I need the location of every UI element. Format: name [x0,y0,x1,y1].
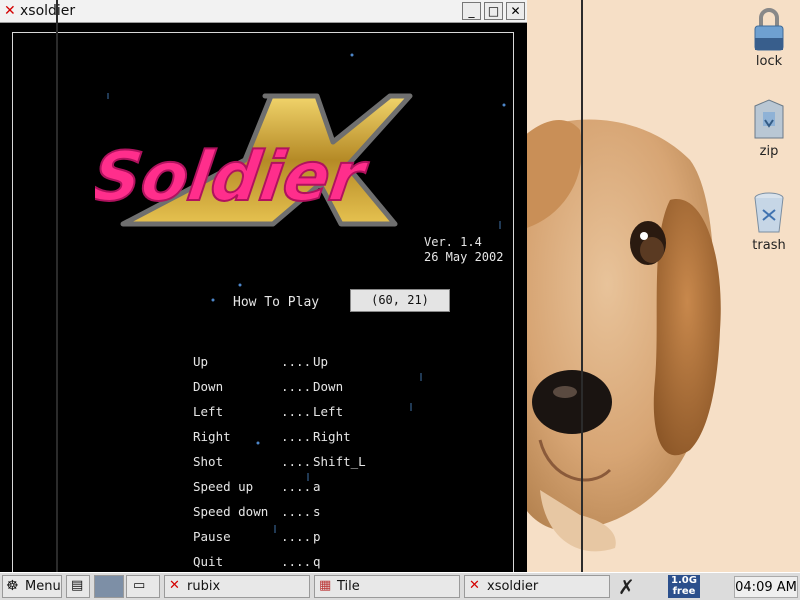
task-xsoldier[interactable]: ✕ xsoldier [464,575,610,598]
control-row: Quit.... q [193,554,321,569]
x-app-icon: ✕ [169,578,180,593]
xsoldier-window: ✕ xsoldier _ □ ✕ X Soldier Ver. 1.4 26 M… [0,0,527,572]
desktop-icon: ▤ [71,578,84,593]
maximize-button[interactable]: □ [484,2,503,20]
control-row: Up.... Up [193,354,328,369]
desktop-icon-label: trash [752,238,786,253]
control-key: p [313,529,321,544]
control-action: Left [193,404,224,419]
task-tile[interactable]: ▦ Tile [314,575,460,598]
control-row: Pause.... p [193,529,321,544]
memory-monitor: 1.0G free [668,575,700,598]
control-action: Quit [193,554,224,569]
control-action: Right [193,429,231,444]
x-app-icon: ✕ [4,3,16,19]
minimize-button[interactable]: _ [462,2,481,20]
control-key: Left [313,404,344,419]
version-info: Ver. 1.4 26 May 2002 [424,235,503,265]
window-titlebar[interactable]: ✕ xsoldier _ □ ✕ [0,0,527,23]
control-action: Down [193,379,224,394]
window-icon: ▭ [133,578,146,593]
control-row: Left.... Left [193,404,343,419]
control-dots: .... [281,554,312,569]
control-row: Shot.... Shift_L [193,454,366,469]
control-dots: .... [281,529,312,544]
control-dots: .... [281,454,312,469]
control-row: Speed down.... s [193,504,321,519]
control-action: Pause [193,529,231,544]
game-area[interactable]: X Soldier Ver. 1.4 26 May 2002 How To Pl… [0,23,527,572]
control-row: Speed up.... a [193,479,321,494]
task-rubix[interactable]: ✕ rubix [164,575,310,598]
clock[interactable]: 04:09 AM [734,576,798,598]
control-dots: .... [281,354,312,369]
desktop-icon-zip[interactable]: zip [739,98,799,159]
taskbar: ☸ Menu ▤ ▭ ✕ rubix ▦ Tile ✕ xsoldier ✗ 1… [0,572,800,600]
desktop-icon-label: lock [755,54,783,69]
control-dots: .... [281,379,312,394]
desktop-icon-trash[interactable]: trash [739,190,799,253]
x-app-icon: ✕ [469,578,480,593]
control-row: Right.... Right [193,429,351,444]
control-action: Up [193,354,209,369]
desktop-icon-lock[interactable]: lock [739,6,799,69]
control-dots: .... [281,404,312,419]
window-title: xsoldier [20,3,76,19]
version-line: Ver. 1.4 [424,235,482,249]
logo-text: Soldier [95,138,373,217]
x-logo-icon: ✗ [618,575,635,599]
menu-button[interactable]: ☸ Menu [2,575,62,598]
close-button[interactable]: ✕ [506,2,525,20]
control-key: Right [313,429,351,444]
control-key: Up [313,354,329,369]
vertical-line [581,0,583,572]
xsoldier-logo: X Soldier [95,93,413,227]
how-to-play-label: How To Play [233,295,320,310]
workspace-2[interactable]: ▭ [126,575,160,598]
desktop-wallpaper-puppy [520,119,721,552]
logo-letter-x: X [353,111,354,113]
control-key: Down [313,379,344,394]
show-desktop-button[interactable]: ▤ [66,575,90,598]
how-to-play-button[interactable]: (60, 21) [350,289,450,312]
control-dots: .... [281,504,312,519]
control-key: q [313,554,321,569]
zip-archive-icon [754,99,784,139]
padlock-icon [754,8,784,51]
control-dots: .... [281,429,312,444]
vertical-line [56,0,58,572]
menu-icon: ☸ [6,578,19,594]
control-dots: .... [281,479,312,494]
control-action: Speed down [193,504,269,519]
control-action: Shot [193,454,224,469]
control-key: Shift_L [313,454,366,469]
control-row: Down.... Down [193,379,343,394]
tile-icon: ▦ [319,578,332,593]
control-action: Speed up [193,479,254,494]
control-key: s [313,504,321,519]
trash-can-icon [754,192,784,233]
desktop-icon-label: zip [759,144,779,159]
control-key: a [313,479,321,494]
workspace-1[interactable] [94,575,124,598]
version-date: 26 May 2002 [424,250,504,264]
